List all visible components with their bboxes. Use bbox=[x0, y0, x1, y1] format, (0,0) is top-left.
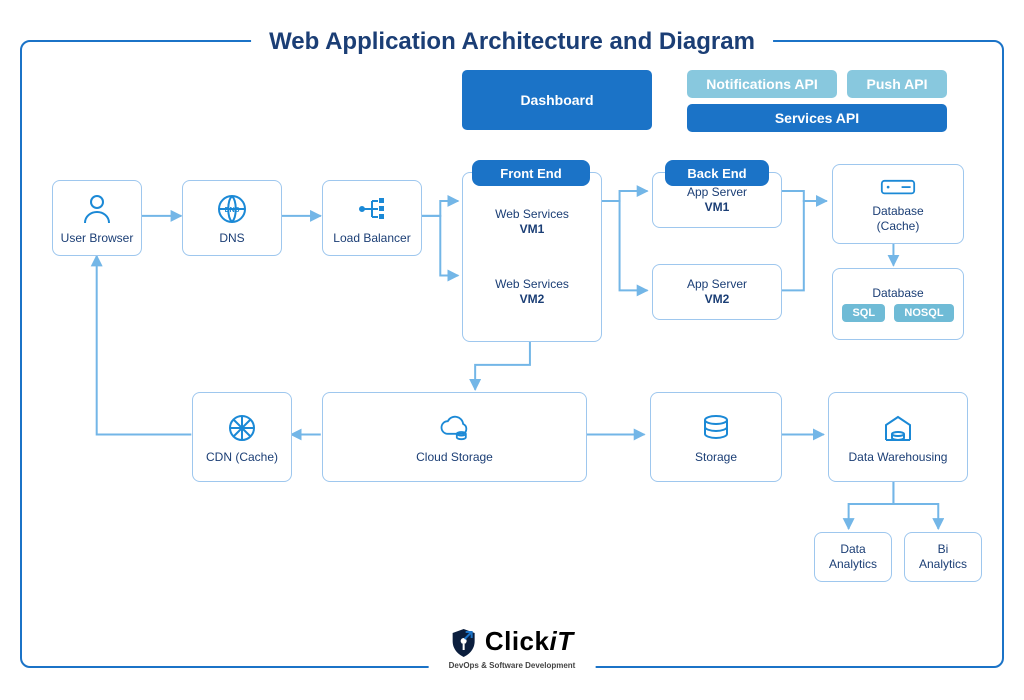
bi-analytics-node: Bi Analytics bbox=[904, 532, 982, 582]
dns-node: DNS DNS bbox=[182, 180, 282, 256]
diagram-canvas: Web Application Architecture and Diagram bbox=[0, 0, 1024, 700]
shield-icon bbox=[450, 628, 476, 663]
warehouse-icon bbox=[880, 410, 916, 446]
sql-chip: SQL bbox=[842, 304, 885, 322]
storage-node: Storage bbox=[650, 392, 782, 482]
dashboard-pill: Dashboard bbox=[462, 70, 652, 130]
push-api-pill: Push API bbox=[847, 70, 947, 98]
web-services-vm2: Web Services VM2 bbox=[495, 277, 569, 307]
load-balancer-icon bbox=[354, 191, 390, 227]
web-services-vm1: Web Services VM1 bbox=[495, 207, 569, 237]
brand-name-left: Click bbox=[485, 626, 550, 656]
backend-header: Back End bbox=[665, 160, 769, 186]
database-node: Database SQL NOSQL bbox=[832, 268, 964, 340]
diagram-title: Web Application Architecture and Diagram bbox=[251, 28, 773, 56]
globe-network-icon bbox=[224, 410, 260, 446]
server-icon bbox=[880, 174, 916, 200]
user-icon bbox=[79, 191, 115, 227]
database-icon bbox=[698, 410, 734, 446]
nosql-chip: NOSQL bbox=[894, 304, 953, 322]
frontend-header: Front End bbox=[472, 160, 590, 186]
data-warehousing-node: Data Warehousing bbox=[828, 392, 968, 482]
cdn-cache-node: CDN (Cache) bbox=[192, 392, 292, 482]
brand-logo: ClickiT DevOps & Software Development bbox=[429, 628, 596, 670]
diagram-frame: Web Application Architecture and Diagram bbox=[20, 40, 1004, 668]
globe-icon: DNS bbox=[214, 191, 250, 227]
data-analytics-node: Data Analytics bbox=[814, 532, 892, 582]
services-api-pill: Services API bbox=[687, 104, 947, 132]
database-cache-node: Database (Cache) bbox=[832, 164, 964, 244]
frontend-group: Web Services VM1 Web Services VM2 bbox=[462, 172, 602, 342]
brand-subtitle: DevOps & Software Development bbox=[449, 661, 576, 670]
cloud-icon bbox=[437, 410, 473, 446]
user-browser-node: User Browser bbox=[52, 180, 142, 256]
load-balancer-node: Load Balancer bbox=[322, 180, 422, 256]
cloud-storage-node: Cloud Storage bbox=[322, 392, 587, 482]
brand-name-right: iT bbox=[549, 626, 573, 656]
svg-text:DNS: DNS bbox=[225, 207, 240, 214]
notifications-api-pill: Notifications API bbox=[687, 70, 837, 98]
db-chips: SQL NOSQL bbox=[839, 301, 956, 322]
app-server-vm2-node: App Server VM2 bbox=[652, 264, 782, 320]
